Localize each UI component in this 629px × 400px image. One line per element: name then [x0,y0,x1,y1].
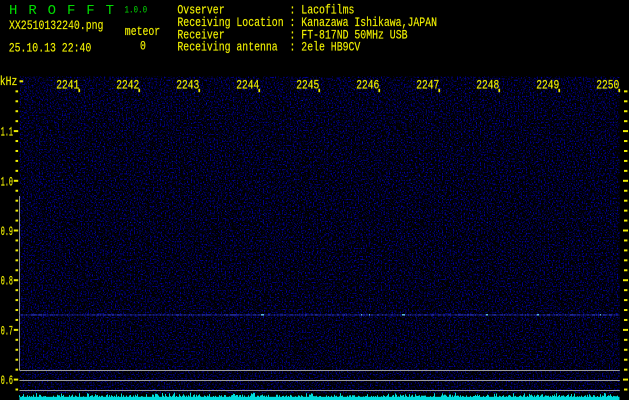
svg-text:2245: 2245 [296,77,319,92]
svg-text:2242: 2242 [116,77,139,92]
svg-text:Receiving antenna : 2ele HB9C: Receiving antenna : 2ele HB9CV [177,40,360,55]
svg-text:2248: 2248 [476,77,499,92]
svg-text:0.8: 0.8 [1,275,13,289]
svg-text:1.0.0: 1.0.0 [125,4,148,16]
svg-text:2241: 2241 [56,77,79,92]
svg-text:0: 0 [140,38,146,53]
svg-text:2250: 2250 [596,77,619,92]
svg-text:0.7: 0.7 [1,324,13,338]
svg-text:kHz: kHz [0,74,17,89]
svg-text:25.10.13 22:40: 25.10.13 22:40 [9,40,92,55]
svg-text:2249: 2249 [536,77,559,92]
svg-text:XX2510132240.png: XX2510132240.png [9,18,103,33]
svg-text:0.9: 0.9 [1,225,13,239]
svg-text:2246: 2246 [356,77,379,92]
svg-text:0.6: 0.6 [1,374,13,388]
svg-text:H R O F F T: H R O F F T [9,3,114,19]
svg-text:1.1: 1.1 [1,126,13,140]
svg-text:meteor: meteor [125,24,160,39]
svg-text:2244: 2244 [236,77,259,92]
svg-text:2243: 2243 [176,77,199,92]
svg-text:1.0: 1.0 [1,175,13,189]
svg-text:2247: 2247 [416,77,439,92]
